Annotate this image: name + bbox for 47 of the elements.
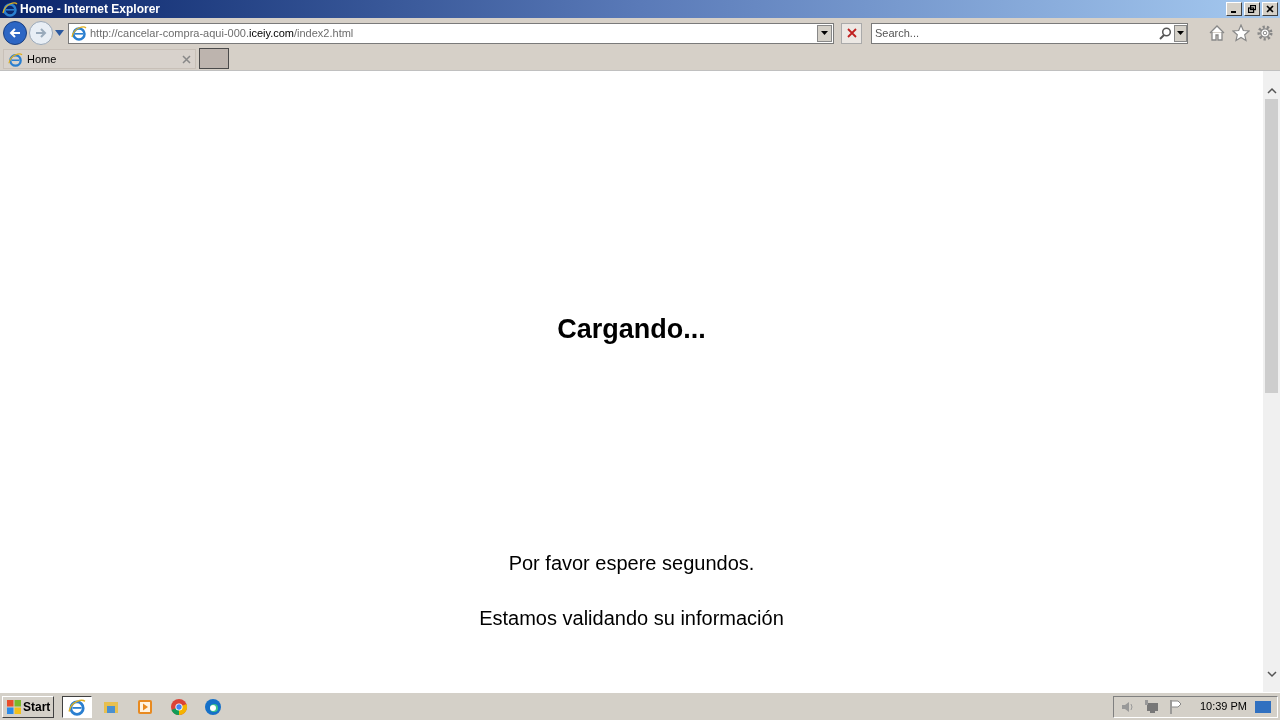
- close-icon: [1266, 5, 1274, 13]
- home-icon[interactable]: [1208, 24, 1226, 42]
- close-icon[interactable]: [182, 54, 191, 64]
- arrow-left-icon: [9, 27, 21, 39]
- flag-icon[interactable]: [1167, 698, 1184, 715]
- address-field[interactable]: http://cancelar-compra-aqui-000.iceiy.com/index2.html: [68, 22, 834, 44]
- browser-icon: [68, 697, 87, 716]
- scroll-down-icon[interactable]: [1266, 670, 1277, 678]
- window-title: Home - Internet Explorer: [20, 1, 161, 18]
- caret-icon: [821, 31, 828, 35]
- start-button[interactable]: Start: [2, 695, 55, 718]
- new-tab-button[interactable]: [199, 48, 229, 69]
- address-url: http://cancelar-compra-aqui-000.iceiy.com/index2.html: [90, 25, 354, 41]
- chrome-icon: [170, 697, 189, 716]
- status-message: Estamos validando su información: [479, 605, 784, 631]
- windows-logo-icon: [6, 698, 22, 715]
- clock[interactable]: 10:39 PM: [1199, 698, 1247, 715]
- close-button[interactable]: [1262, 2, 1278, 16]
- dropdown-button[interactable]: [817, 24, 832, 42]
- back-button[interactable]: [3, 21, 27, 45]
- show-desktop-icon[interactable]: [1255, 699, 1271, 714]
- edge-icon: [204, 697, 223, 716]
- scroll-up-icon[interactable]: [1266, 87, 1277, 95]
- stop-button[interactable]: [841, 22, 862, 44]
- star-icon[interactable]: [1232, 24, 1250, 42]
- browser-tab[interactable]: Home: [3, 49, 196, 69]
- status-message: Por favor espere segundos.: [508, 550, 755, 576]
- dropdown-icon: [55, 30, 64, 36]
- caret-icon: [1177, 31, 1184, 35]
- loading-heading: Cargando...: [557, 313, 706, 346]
- arrow-right-icon: [35, 27, 47, 39]
- restore-button[interactable]: [1244, 2, 1260, 16]
- scrollbar[interactable]: [1263, 71, 1280, 692]
- taskbar-app-button[interactable]: [62, 695, 93, 718]
- search-input[interactable]: Search...: [875, 24, 1159, 42]
- page-icon: [71, 25, 87, 41]
- search-field[interactable]: Search...: [871, 22, 1188, 44]
- browser-logo-icon: [2, 1, 18, 17]
- search-icon: [1159, 26, 1172, 40]
- restore-icon: [1248, 5, 1256, 13]
- dropdown-button[interactable]: [1174, 24, 1187, 42]
- close-icon: [846, 28, 857, 38]
- page-icon: [8, 51, 23, 67]
- minimize-button[interactable]: [1226, 2, 1242, 16]
- network-icon[interactable]: [1143, 698, 1160, 715]
- settings-icon[interactable]: [1256, 24, 1274, 42]
- media-player-icon: [136, 697, 155, 716]
